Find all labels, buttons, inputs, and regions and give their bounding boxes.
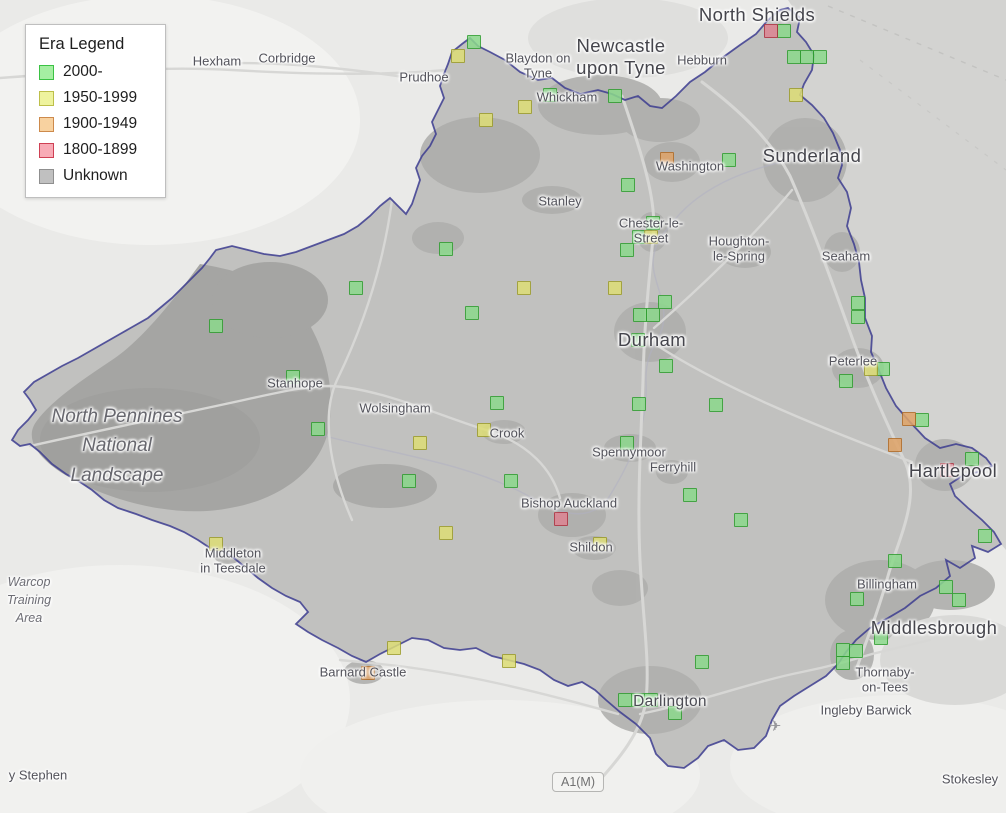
legend-swatch-unknown — [39, 168, 54, 184]
map-marker-green[interactable] — [888, 554, 902, 568]
map-marker-green[interactable] — [722, 153, 736, 167]
map-marker-red[interactable] — [554, 512, 568, 526]
map-marker-green[interactable] — [286, 370, 300, 384]
map-marker-green[interactable] — [839, 374, 853, 388]
map-marker-green[interactable] — [311, 422, 325, 436]
legend-swatch-red — [39, 142, 54, 158]
map-marker-green[interactable] — [659, 359, 673, 373]
map-marker-green[interactable] — [836, 656, 850, 670]
map-marker-green[interactable] — [939, 580, 953, 594]
map-marker-red[interactable] — [764, 24, 778, 38]
road-badge-a1m: A1(M) — [551, 772, 605, 792]
map-marker-green[interactable] — [849, 644, 863, 658]
map-marker-green[interactable] — [633, 308, 647, 322]
map-marker-green[interactable] — [850, 592, 864, 606]
map-canvas[interactable]: ✈ North Shields Newcastle upon Tyne Sunder… — [0, 0, 1006, 813]
map-marker-yellow[interactable] — [209, 537, 223, 551]
legend-item-orange: 1900-1949 — [39, 115, 149, 133]
map-marker-green[interactable] — [646, 216, 660, 230]
legend-swatch-green — [39, 64, 54, 80]
era-legend: Era Legend 2000- 1950-1999 1900-1949 1800-1… — [25, 24, 166, 198]
map-marker-green[interactable] — [490, 396, 504, 410]
map-marker-green[interactable] — [777, 24, 791, 38]
map-marker-green[interactable] — [621, 178, 635, 192]
map-marker-green[interactable] — [402, 474, 416, 488]
map-marker-green[interactable] — [800, 50, 814, 64]
legend-label: 1900-1949 — [63, 115, 138, 132]
map-marker-green[interactable] — [787, 50, 801, 64]
map-marker-orange[interactable] — [361, 666, 375, 680]
map-marker-yellow[interactable] — [477, 423, 491, 437]
map-marker-green[interactable] — [644, 693, 658, 707]
map-marker-yellow[interactable] — [439, 526, 453, 540]
map-marker-green[interactable] — [836, 643, 850, 657]
map-marker-orange[interactable] — [902, 412, 916, 426]
map-marker-yellow[interactable] — [413, 436, 427, 450]
map-marker-yellow[interactable] — [518, 100, 532, 114]
map-marker-green[interactable] — [631, 693, 645, 707]
map-marker-green[interactable] — [349, 281, 363, 295]
map-marker-green[interactable] — [646, 308, 660, 322]
map-marker-green[interactable] — [978, 529, 992, 543]
map-marker-yellow[interactable] — [864, 362, 878, 376]
map-marker-green[interactable] — [683, 488, 697, 502]
legend-swatch-orange — [39, 116, 54, 132]
legend-item-unknown: Unknown — [39, 167, 149, 185]
map-marker-green[interactable] — [620, 243, 634, 257]
legend-label: 1950-1999 — [63, 89, 138, 106]
map-marker-orange[interactable] — [660, 152, 674, 166]
legend-title: Era Legend — [39, 35, 125, 53]
map-marker-green[interactable] — [952, 593, 966, 607]
map-marker-green[interactable] — [439, 242, 453, 256]
legend-label: Unknown — [63, 167, 128, 184]
map-marker-green[interactable] — [734, 513, 748, 527]
map-marker-green[interactable] — [658, 295, 672, 309]
legend-item-green: 2000- — [39, 63, 149, 81]
map-marker-green[interactable] — [543, 88, 557, 102]
map-marker-green[interactable] — [620, 436, 634, 450]
map-marker-green[interactable] — [504, 474, 518, 488]
map-marker-red[interactable] — [940, 463, 954, 477]
map-marker-green[interactable] — [874, 631, 888, 645]
map-marker-green[interactable] — [608, 89, 622, 103]
map-marker-yellow[interactable] — [593, 537, 607, 551]
map-marker-yellow[interactable] — [387, 641, 401, 655]
map-marker-green[interactable] — [876, 362, 890, 376]
legend-label: 2000- — [63, 63, 103, 80]
map-marker-green[interactable] — [209, 319, 223, 333]
map-marker-yellow[interactable] — [644, 230, 658, 244]
map-marker-green[interactable] — [813, 50, 827, 64]
map-marker-green[interactable] — [631, 333, 645, 347]
map-marker-green[interactable] — [695, 655, 709, 669]
map-marker-green[interactable] — [467, 35, 481, 49]
legend-item-yellow: 1950-1999 — [39, 89, 149, 107]
map-marker-green[interactable] — [851, 296, 865, 310]
map-marker-yellow[interactable] — [451, 49, 465, 63]
map-marker-green[interactable] — [965, 452, 979, 466]
map-marker-yellow[interactable] — [502, 654, 516, 668]
map-marker-yellow[interactable] — [608, 281, 622, 295]
map-marker-green[interactable] — [618, 693, 632, 707]
map-marker-green[interactable] — [632, 397, 646, 411]
map-marker-green[interactable] — [668, 706, 682, 720]
map-marker-yellow[interactable] — [517, 281, 531, 295]
legend-items: 2000- 1950-1999 1900-1949 1800-1899 Unknown — [39, 63, 149, 185]
map-marker-green[interactable] — [709, 398, 723, 412]
map-marker-green[interactable] — [851, 310, 865, 324]
map-marker-green[interactable] — [915, 413, 929, 427]
legend-item-red: 1800-1899 — [39, 141, 149, 159]
map-marker-green[interactable] — [465, 306, 479, 320]
map-marker-yellow[interactable] — [479, 113, 493, 127]
map-marker-yellow[interactable] — [789, 88, 803, 102]
legend-swatch-yellow — [39, 90, 54, 106]
legend-label: 1800-1899 — [63, 141, 138, 158]
map-marker-orange[interactable] — [888, 438, 902, 452]
